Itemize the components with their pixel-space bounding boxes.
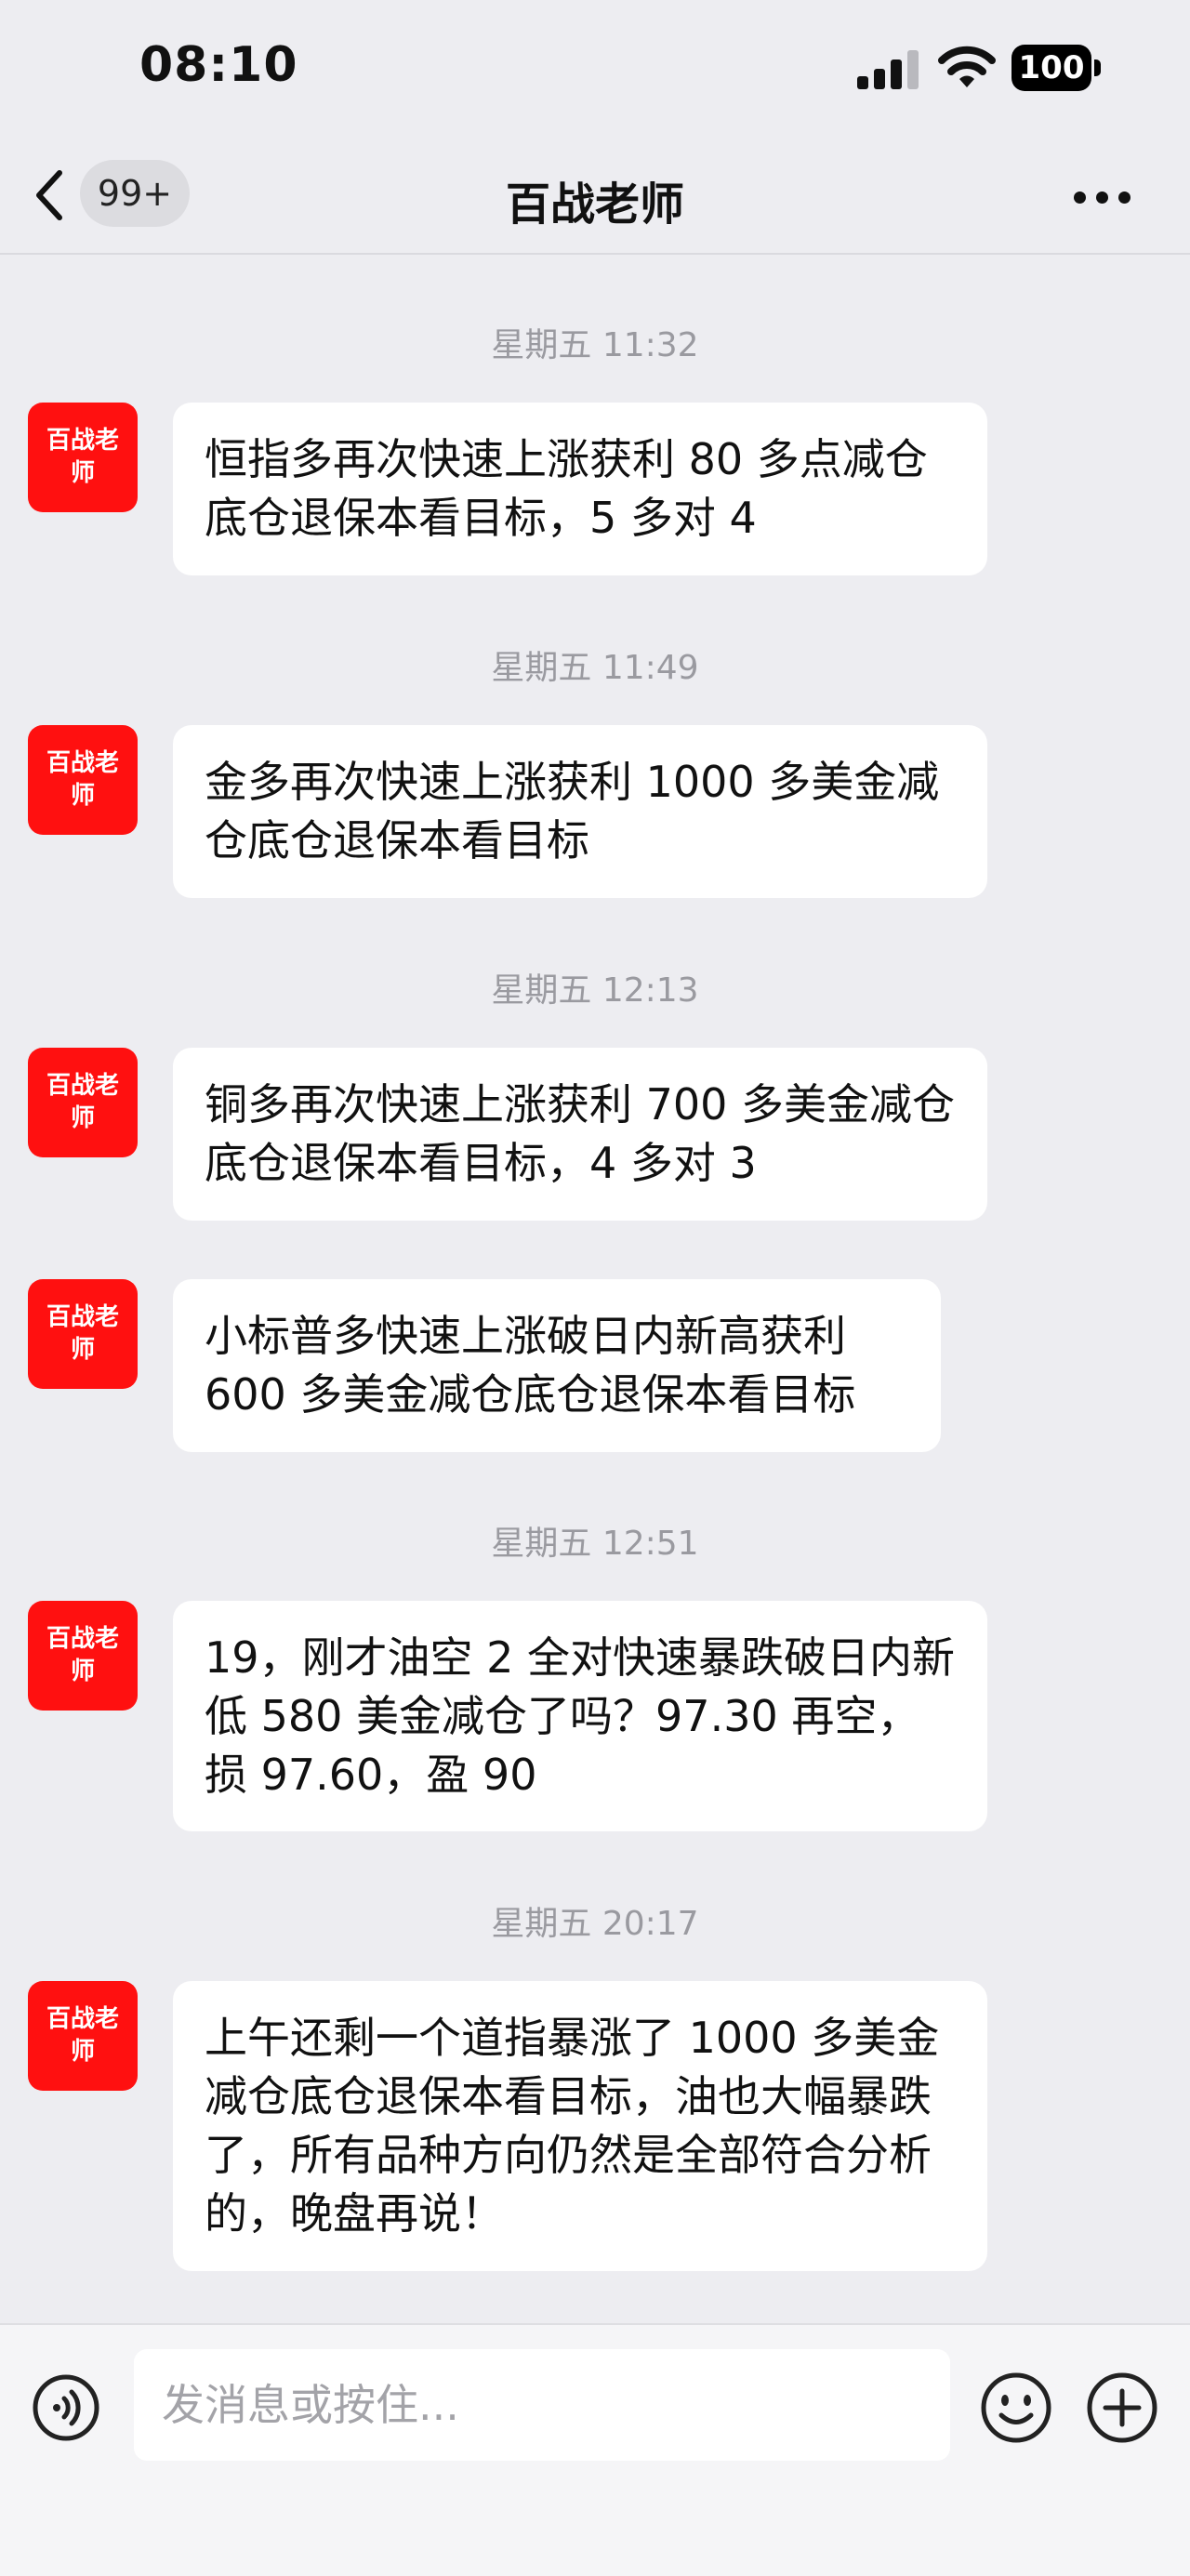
- status-time: 08:10: [139, 37, 298, 93]
- timestamp: 星期五 11:32: [491, 326, 699, 364]
- battery-level: 100: [1018, 49, 1085, 86]
- wifi-icon: [938, 46, 996, 87]
- avatar[interactable]: 百战老师: [28, 1048, 138, 1157]
- message-bubble[interactable]: 上午还剩一个道指暴涨了 1000 多美金减仓底仓退保本看目标，油也大幅暴跌了，所…: [173, 1981, 987, 2271]
- avatar[interactable]: 百战老师: [28, 1279, 138, 1389]
- avatar[interactable]: 百战老师: [28, 403, 138, 512]
- message-bubble[interactable]: 铜多再次快速上涨获利 700 多美金减仓底仓退保本看目标，4 多对 3: [173, 1048, 987, 1221]
- battery-icon: 100: [1012, 45, 1103, 93]
- unread-badge[interactable]: 99+: [80, 160, 190, 227]
- chevron-left-icon[interactable]: [28, 165, 73, 225]
- message-bubble[interactable]: 19，刚才油空 2 全对快速暴跌破日内新低 580 美金减仓了吗？97.30 再…: [173, 1601, 987, 1831]
- timestamp: 星期五 20:17: [491, 1905, 699, 1943]
- timestamp: 星期五 11:49: [491, 649, 699, 687]
- voice-icon[interactable]: [32, 2373, 100, 2442]
- message-input[interactable]: 发消息或按住...: [134, 2349, 950, 2461]
- timestamp: 星期五 12:13: [491, 971, 699, 1010]
- cellular-signal-icon: [857, 50, 919, 89]
- timestamp: 星期五 12:51: [491, 1525, 699, 1563]
- message-bubble[interactable]: 金多再次快速上涨获利 1000 多美金减仓底仓退保本看目标: [173, 725, 987, 898]
- plus-icon[interactable]: [1086, 2371, 1158, 2444]
- message-bubble[interactable]: 小标普多快速上涨破日内新高获利 600 多美金减仓底仓退保本看目标: [173, 1279, 941, 1452]
- avatar[interactable]: 百战老师: [28, 1601, 138, 1711]
- status-bar: 08:10 100: [0, 0, 1190, 139]
- emoji-icon[interactable]: [980, 2371, 1052, 2444]
- avatar[interactable]: 百战老师: [28, 725, 138, 835]
- chat-header: 99+ 百战老师: [0, 139, 1190, 255]
- chat-title: 百战老师: [505, 178, 684, 231]
- avatar[interactable]: 百战老师: [28, 1981, 138, 2091]
- composer-bar: 发消息或按住...: [0, 2323, 1190, 2576]
- message-bubble[interactable]: 恒指多再次快速上涨获利 80 多点减仓底仓退保本看目标，5 多对 4: [173, 403, 987, 575]
- more-dots-icon[interactable]: [1069, 188, 1134, 206]
